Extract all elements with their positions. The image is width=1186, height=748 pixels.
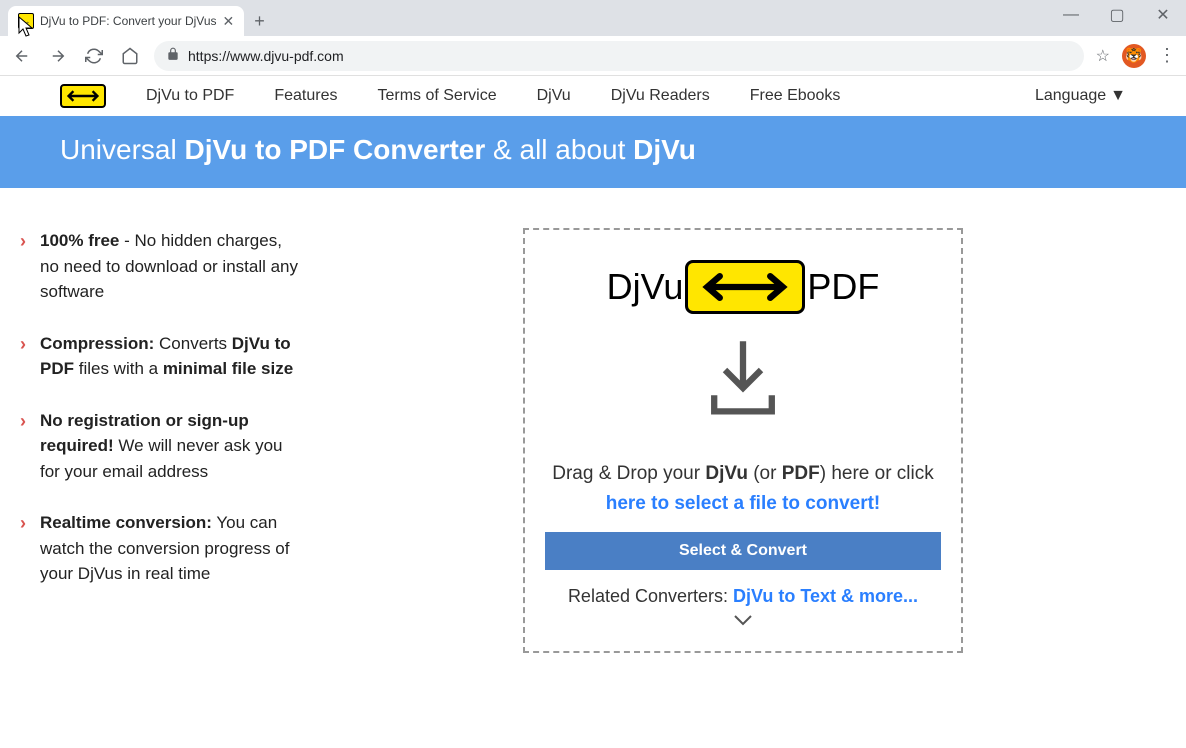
nav-ebooks[interactable]: Free Ebooks [750,87,841,105]
minimize-button[interactable]: — [1048,0,1094,30]
language-selector[interactable]: Language ▼ [1035,87,1126,105]
chevron-down-icon[interactable] [545,613,941,631]
url-text: https://www.djvu-pdf.com [188,48,344,64]
back-button[interactable] [10,44,34,68]
forward-button[interactable] [46,44,70,68]
browser-chrome: ↔ DjVu to PDF: Convert your DjVus ✕ + — … [0,0,1186,76]
page-viewport[interactable]: DjVu to PDF Features Terms of Service Dj… [0,76,1186,748]
nav-djvu-to-pdf[interactable]: DjVu to PDF [146,87,234,105]
chevron-down-icon: ▼ [1110,87,1126,105]
tab-title: DjVu to PDF: Convert your DjVus [40,14,217,28]
menu-icon[interactable]: ⋮ [1158,45,1176,66]
select-convert-button[interactable]: Select & Convert [545,532,941,570]
download-icon [545,334,941,429]
main-content: 100% free - No hidden charges, no need t… [0,188,1186,673]
close-tab-icon[interactable]: ✕ [223,13,235,30]
dropzone-logo: DjVu PDF [545,260,941,314]
feature-item: No registration or sign-up required! We … [20,408,300,485]
feature-item: Realtime conversion: You can watch the c… [20,510,300,587]
dropzone-text: Drag & Drop your DjVu (or PDF) here or c… [545,459,941,520]
dropzone[interactable]: DjVu PDF Drag & Drop your DjVu (or PDF) … [523,228,963,653]
nav-djvu[interactable]: DjVu [537,87,571,105]
window-controls: — ▢ ✕ [1048,0,1186,30]
tab-bar: ↔ DjVu to PDF: Convert your DjVus ✕ + — … [0,0,1186,36]
select-file-link[interactable]: here to select a file to convert! [606,493,881,514]
profile-avatar[interactable]: 🐯 [1122,44,1146,68]
language-label: Language [1035,87,1106,105]
site-logo-icon[interactable] [60,84,106,108]
feature-item: Compression: Converts DjVu to PDF files … [20,331,300,382]
home-button[interactable] [118,44,142,68]
browser-toolbar: https://www.djvu-pdf.com ☆ 🐯 ⋮ [0,36,1186,76]
arrows-icon [685,260,805,314]
maximize-button[interactable]: ▢ [1094,0,1140,30]
lock-icon [166,47,180,64]
nav-features[interactable]: Features [274,87,337,105]
site-nav: DjVu to PDF Features Terms of Service Dj… [0,76,1186,116]
nav-terms[interactable]: Terms of Service [377,87,496,105]
features-list: 100% free - No hidden charges, no need t… [20,228,300,653]
nav-readers[interactable]: DjVu Readers [611,87,710,105]
feature-item: 100% free - No hidden charges, no need t… [20,228,300,305]
close-window-button[interactable]: ✕ [1140,0,1186,30]
related-link[interactable]: DjVu to Text & more... [733,586,918,606]
reload-button[interactable] [82,44,106,68]
new-tab-button[interactable]: + [254,11,265,32]
browser-tab[interactable]: ↔ DjVu to PDF: Convert your DjVus ✕ [8,6,244,36]
favicon-icon: ↔ [18,13,34,29]
address-bar[interactable]: https://www.djvu-pdf.com [154,41,1084,71]
hero-banner: Universal DjVu to PDF Converter & all ab… [0,116,1186,188]
related-converters: Related Converters: DjVu to Text & more.… [545,586,941,607]
bookmark-icon[interactable]: ☆ [1096,46,1110,66]
